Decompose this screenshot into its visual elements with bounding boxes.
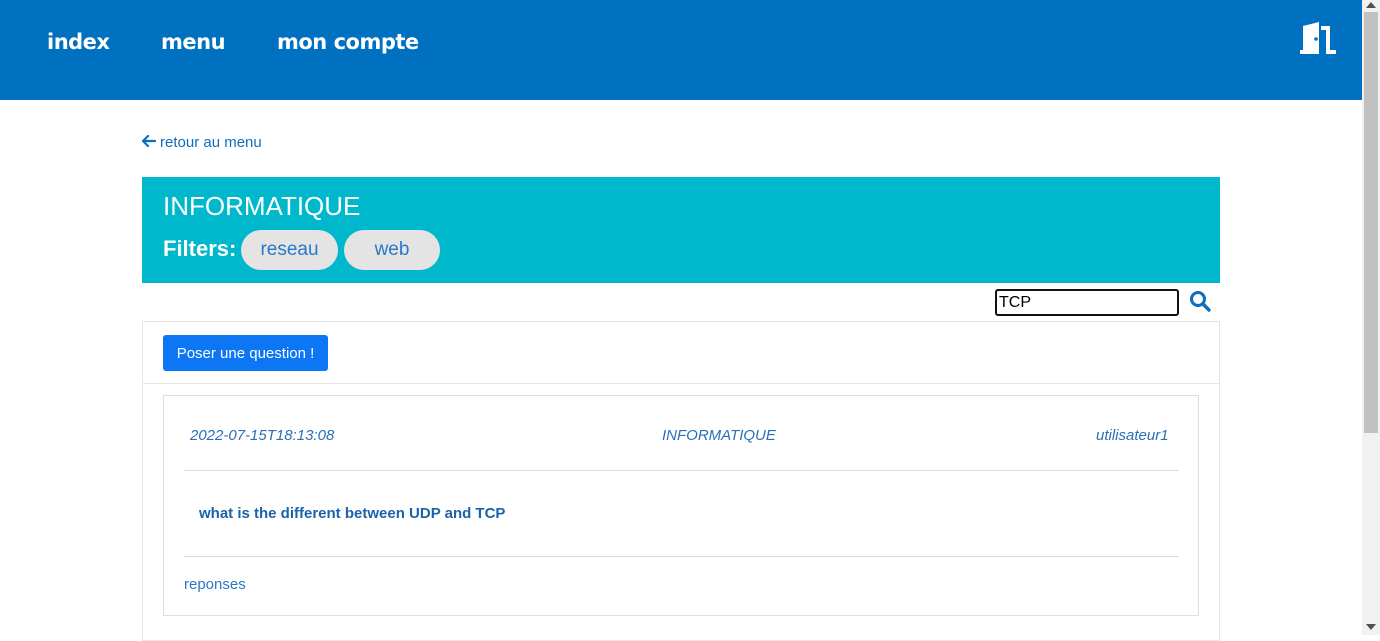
scroll-down-icon[interactable] <box>1366 624 1376 630</box>
filters-label: Filters: <box>163 236 237 261</box>
back-link-label: retour au menu <box>160 134 262 151</box>
search-icon <box>1188 291 1212 316</box>
scrollbar-thumb[interactable] <box>1364 12 1378 433</box>
question-author: utilisateur1 <box>1096 427 1169 444</box>
back-to-menu-link[interactable]: retour au menu <box>141 134 262 151</box>
answers-link[interactable]: reponses <box>184 576 246 593</box>
question-category: INFORMATIQUE <box>662 427 776 444</box>
search-input[interactable] <box>995 289 1179 316</box>
arrow-left-icon <box>141 134 157 151</box>
category-title: INFORMATIQUE <box>163 191 361 221</box>
question-divider-top <box>184 470 1179 471</box>
question-date: 2022-07-15T18:13:08 <box>190 427 335 444</box>
category-header: INFORMATIQUE Filters: reseau web <box>142 177 1220 283</box>
scroll-up-icon[interactable] <box>1366 2 1376 8</box>
nav-menu-link[interactable]: menu <box>161 30 226 54</box>
nav-index-link[interactable]: index <box>47 30 110 54</box>
top-navbar: index menu mon compte <box>0 0 1362 100</box>
ask-question-button[interactable]: Poser une question ! <box>163 335 328 371</box>
question-divider-bottom <box>184 556 1179 557</box>
card-header-divider <box>142 383 1220 384</box>
filter-chip-reseau[interactable]: reseau <box>241 230 338 270</box>
search-button[interactable] <box>1186 289 1214 315</box>
nav-account-link[interactable]: mon compte <box>277 30 419 54</box>
filter-chip-web[interactable]: web <box>344 230 440 270</box>
door-exit-icon[interactable] <box>1296 20 1340 58</box>
question-title-link[interactable]: what is the different between UDP and TC… <box>199 505 505 522</box>
